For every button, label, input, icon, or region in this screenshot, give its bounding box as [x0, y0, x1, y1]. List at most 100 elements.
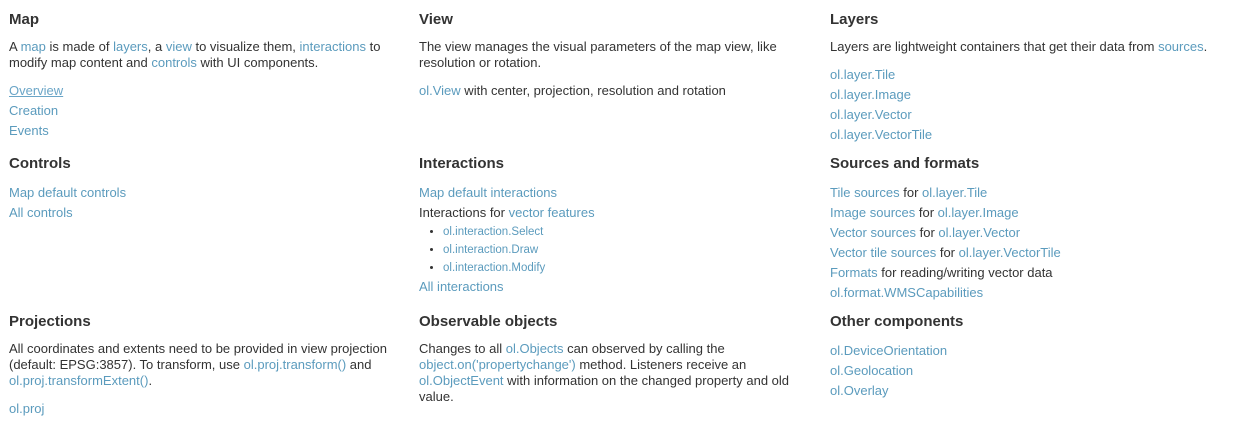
text: .: [148, 373, 153, 388]
map-link[interactable]: map: [21, 39, 46, 54]
list-item: ol.proj: [9, 399, 409, 419]
section-title: Controls: [9, 155, 71, 172]
controls-link[interactable]: controls: [151, 55, 197, 70]
vector-features-link[interactable]: vector features: [509, 205, 595, 220]
section-layers: Layers Layers are lightweight containers…: [830, 10, 1230, 145]
ol-objects-link[interactable]: ol.Objects: [506, 341, 564, 356]
projections-links: ol.proj: [9, 399, 409, 419]
section-description: The view manages the visual parameters o…: [419, 39, 777, 70]
overview-link[interactable]: Overview: [9, 83, 63, 98]
layer-image-link[interactable]: ol.layer.Image: [938, 205, 1019, 220]
proj-transform-extent-link[interactable]: ol.proj.transformExtent(): [9, 373, 148, 388]
ol-proj-link[interactable]: ol.proj: [9, 401, 44, 416]
layer-vector-link[interactable]: ol.layer.Vector: [830, 107, 912, 122]
section-title: Map: [9, 11, 39, 28]
text: with UI components.: [196, 55, 319, 70]
sources-link[interactable]: sources: [1158, 39, 1204, 54]
section-controls: Controls Map default controls All contro…: [9, 154, 409, 223]
interaction-draw-link[interactable]: ol.interaction.Draw: [443, 244, 538, 256]
view-links: ol.View with center, projection, resolut…: [419, 81, 819, 101]
view-link[interactable]: view: [166, 39, 192, 54]
text: for: [899, 185, 923, 200]
list-item: Map default controls: [9, 183, 409, 203]
proj-transform-link[interactable]: ol.proj.transform(): [244, 357, 347, 372]
vector-tile-sources-link[interactable]: Vector tile sources: [830, 245, 936, 260]
section-description: Layers are lightweight containers that g…: [830, 39, 1230, 55]
text: method. Listeners receive an: [575, 357, 747, 372]
section-title: Layers: [830, 11, 879, 28]
layer-vectortile-link[interactable]: ol.layer.VectorTile: [959, 245, 1061, 260]
section-title: Interactions: [419, 155, 505, 172]
interaction-modify-link[interactable]: ol.interaction.Modify: [443, 262, 545, 274]
device-orientation-link[interactable]: ol.DeviceOrientation: [830, 343, 947, 358]
layers-links: ol.layer.Tile ol.layer.Image ol.layer.Ve…: [830, 65, 1230, 145]
interactions-links-tail: All interactions: [419, 277, 819, 297]
list-item: Vector tile sources for ol.layer.VectorT…: [830, 243, 1230, 263]
interactions-links: Map default interactions Interactions fo…: [419, 183, 819, 223]
section-title: Other components: [830, 313, 964, 330]
geolocation-link[interactable]: ol.Geolocation: [830, 363, 913, 378]
overlay-link[interactable]: ol.Overlay: [830, 383, 889, 398]
interaction-bullets: ol.interaction.Select ol.interaction.Dra…: [419, 223, 819, 277]
layer-vectortile-link[interactable]: ol.layer.VectorTile: [830, 127, 932, 142]
list-item: All interactions: [419, 277, 819, 297]
text: and: [346, 357, 372, 372]
list-item: Tile sources for ol.layer.Tile: [830, 183, 1230, 203]
layer-vector-link[interactable]: ol.layer.Vector: [938, 225, 1020, 240]
section-view: View The view manages the visual paramet…: [419, 10, 819, 101]
sources-links: Tile sources for ol.layer.Tile Image sou…: [830, 183, 1230, 303]
text: for: [916, 225, 939, 240]
list-item: Formats for reading/writing vector data: [830, 263, 1230, 283]
map-default-interactions-link[interactable]: Map default interactions: [419, 185, 557, 200]
creation-link[interactable]: Creation: [9, 103, 58, 118]
wms-capabilities-link[interactable]: ol.format.WMSCapabilities: [830, 285, 983, 300]
text: Layers are lightweight containers that g…: [830, 39, 1159, 54]
interaction-select-link[interactable]: ol.interaction.Select: [443, 226, 543, 238]
list-item: ol.layer.Image: [830, 85, 1230, 105]
text: .: [1203, 39, 1208, 54]
layer-tile-link[interactable]: ol.layer.Tile: [922, 185, 987, 200]
section-projections: Projections All coordinates and extents …: [9, 312, 409, 419]
doc-index-grid: Map A map is made of layers, a view to v…: [0, 0, 1245, 433]
list-item: Events: [9, 121, 409, 141]
all-controls-link[interactable]: All controls: [9, 205, 73, 220]
list-item: ol.interaction.Select: [443, 223, 819, 241]
ol-objectevent-link[interactable]: ol.ObjectEvent: [419, 373, 504, 388]
list-item: Creation: [9, 101, 409, 121]
text: A: [9, 39, 21, 54]
text: can observed by calling the: [563, 341, 725, 356]
list-item: ol.interaction.Draw: [443, 241, 819, 259]
layer-tile-link[interactable]: ol.layer.Tile: [830, 67, 895, 82]
text: Interactions for: [419, 205, 509, 220]
text: for: [915, 205, 938, 220]
list-item: Image sources for ol.layer.Image: [830, 203, 1230, 223]
map-links: Overview Creation Events: [9, 81, 409, 141]
list-item: ol.Overlay: [830, 381, 1230, 401]
image-sources-link[interactable]: Image sources: [830, 205, 915, 220]
all-interactions-link[interactable]: All interactions: [419, 279, 504, 294]
list-item: ol.Geolocation: [830, 361, 1230, 381]
ol-view-link[interactable]: ol.View: [419, 83, 461, 98]
section-description: A map is made of layers, a view to visua…: [9, 39, 409, 71]
tile-sources-link[interactable]: Tile sources: [830, 185, 900, 200]
layers-link[interactable]: layers: [113, 39, 148, 54]
text: for reading/writing vector data: [877, 265, 1053, 280]
events-link[interactable]: Events: [9, 123, 49, 138]
text: , a: [147, 39, 166, 54]
list-item: Vector sources for ol.layer.Vector: [830, 223, 1230, 243]
list-item: ol.layer.Tile: [830, 65, 1230, 85]
layer-image-link[interactable]: ol.layer.Image: [830, 87, 911, 102]
interactions-link[interactable]: interactions: [300, 39, 366, 54]
section-title: Projections: [9, 313, 91, 330]
section-observable: Observable objects Changes to all ol.Obj…: [419, 312, 819, 415]
formats-link[interactable]: Formats: [830, 265, 878, 280]
section-description: Changes to all ol.Objects can observed b…: [419, 341, 819, 405]
map-default-controls-link[interactable]: Map default controls: [9, 185, 126, 200]
list-item: Map default interactions: [419, 183, 819, 203]
list-item: All controls: [9, 203, 409, 223]
section-title: Sources and formats: [830, 155, 980, 172]
vector-sources-link[interactable]: Vector sources: [830, 225, 916, 240]
object-on-link[interactable]: object.on('propertychange'): [419, 357, 576, 372]
list-item: Overview: [9, 81, 409, 101]
list-item: Interactions for vector features: [419, 203, 819, 223]
